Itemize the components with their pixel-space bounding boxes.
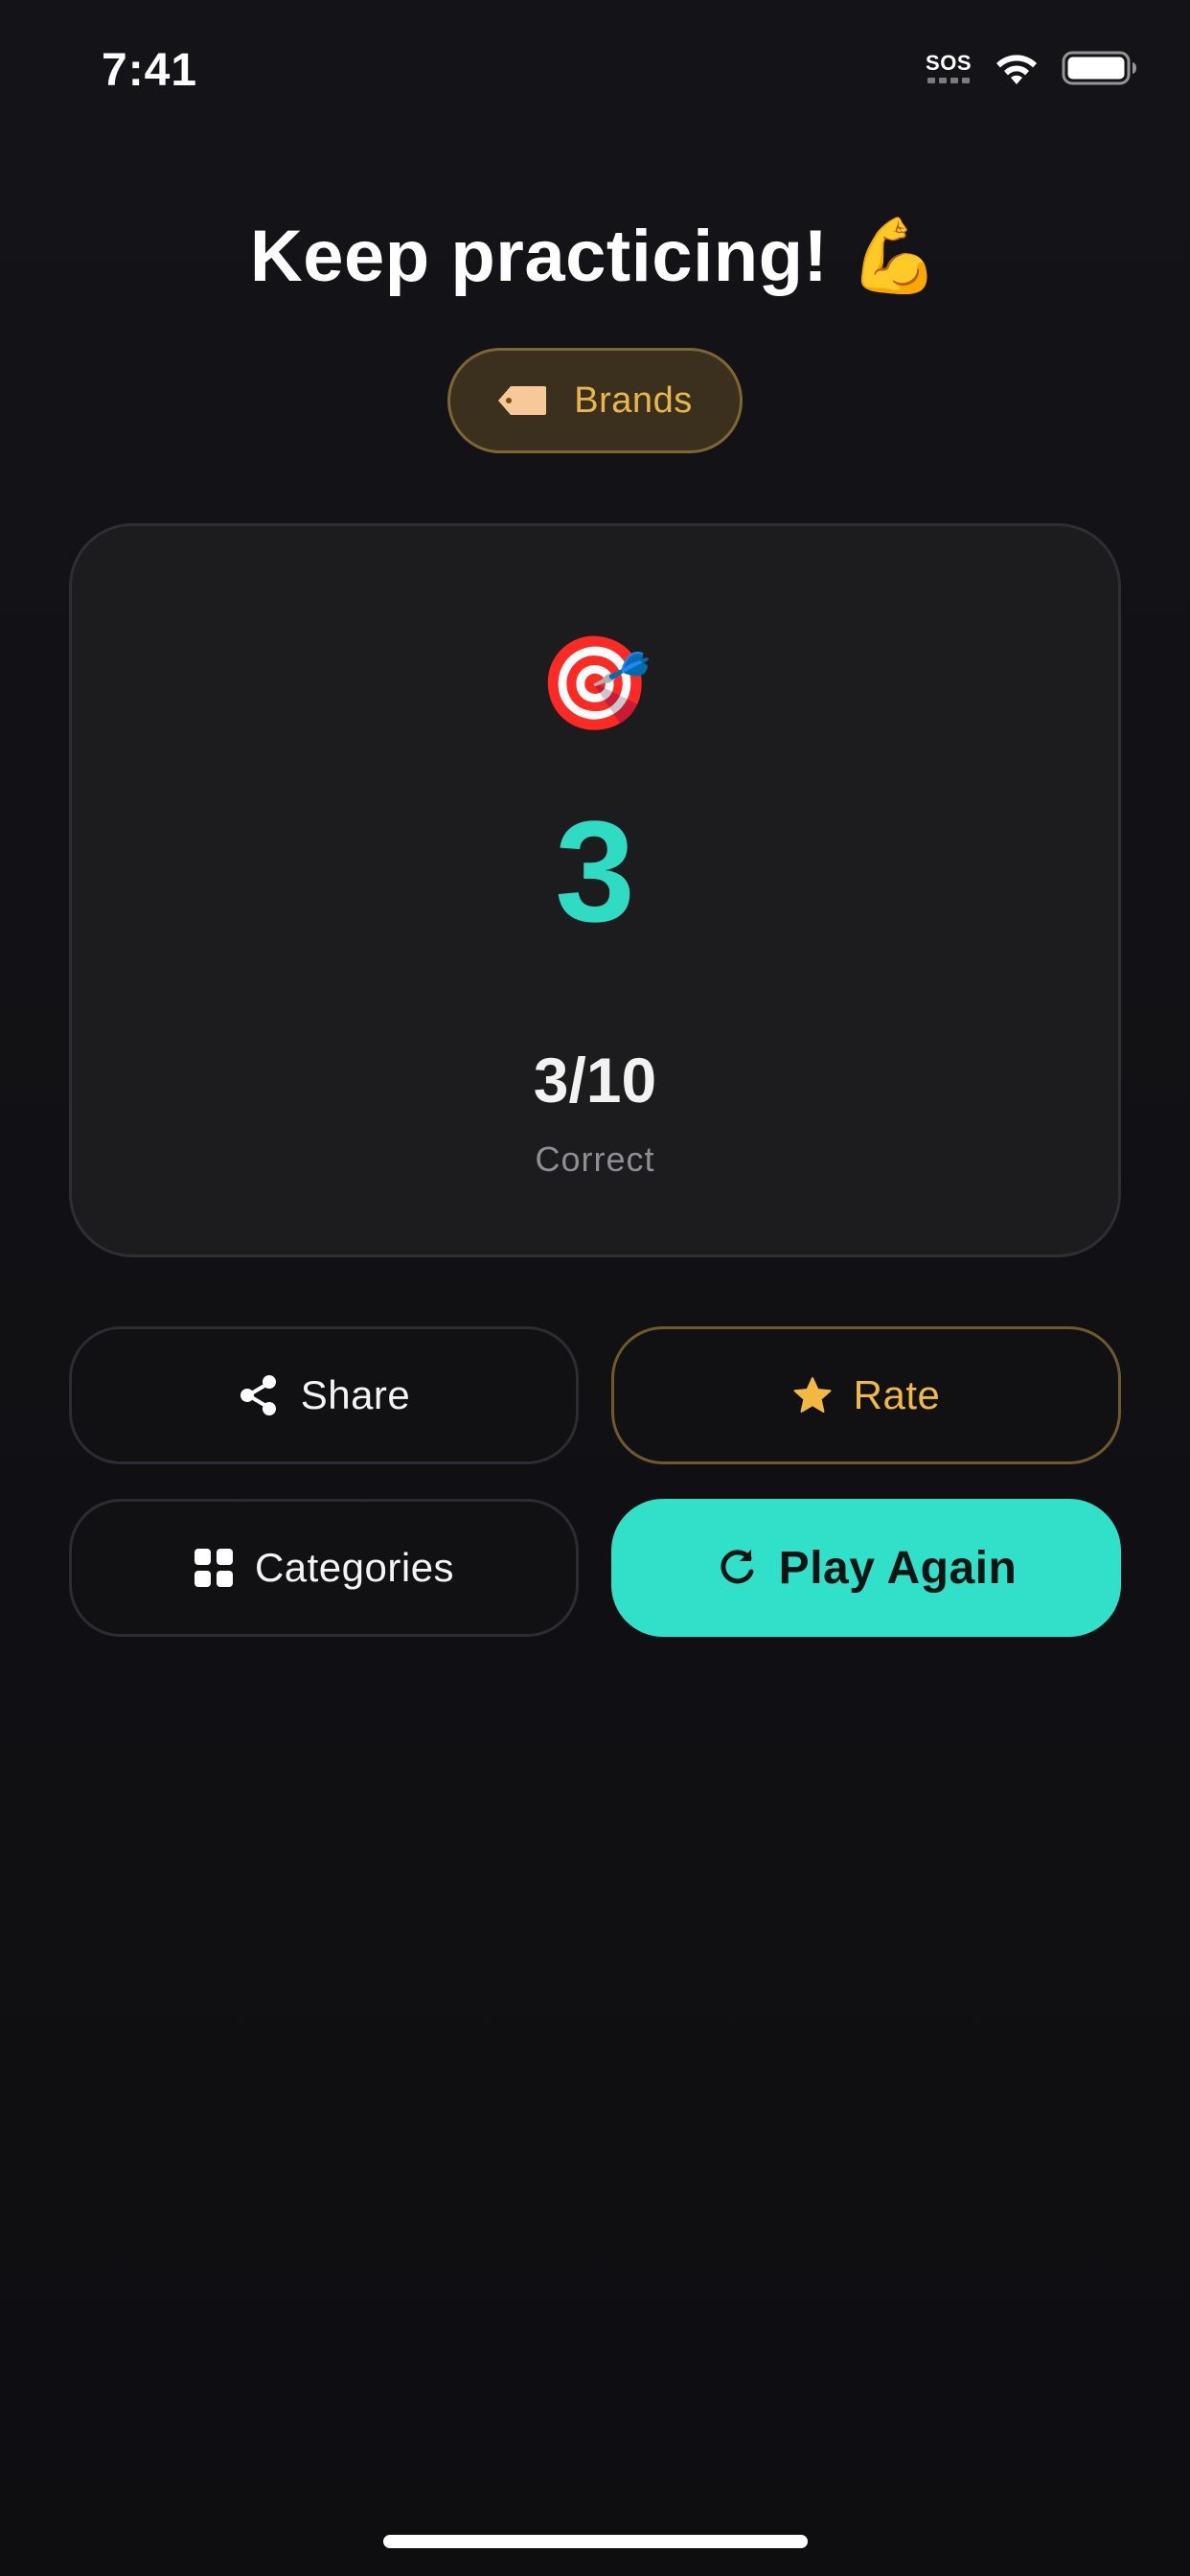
star-icon xyxy=(792,1376,833,1414)
page-title: Keep practicing! 💪 xyxy=(249,216,941,297)
play-again-label: Play Again xyxy=(778,1542,1018,1594)
categories-label: Categories xyxy=(254,1545,455,1590)
refresh-icon xyxy=(716,1547,758,1589)
sos-icon: SOS xyxy=(926,53,972,83)
status-bar: 7:41 SOS xyxy=(0,0,1190,144)
score-caption: Correct xyxy=(535,1139,655,1179)
categories-button[interactable]: Categories xyxy=(69,1499,579,1637)
score-fraction: 3/10 xyxy=(533,1045,657,1116)
category-badge: Brands xyxy=(447,348,743,453)
score-card: 🎯 3 3/10 Correct xyxy=(69,523,1121,1257)
grid-icon xyxy=(194,1548,234,1588)
rate-button[interactable]: Rate xyxy=(611,1326,1121,1464)
share-icon xyxy=(238,1373,280,1417)
share-label: Share xyxy=(300,1372,411,1417)
target-icon: 🎯 xyxy=(538,632,652,735)
wifi-icon xyxy=(993,50,1041,86)
sos-label: SOS xyxy=(926,51,972,75)
play-again-button[interactable]: Play Again xyxy=(611,1499,1121,1637)
tag-icon xyxy=(497,385,547,416)
score-value: 3 xyxy=(555,791,635,952)
battery-icon xyxy=(1062,50,1138,86)
status-time: 7:41 xyxy=(102,45,198,96)
home-indicator[interactable] xyxy=(383,2535,808,2548)
rate-label: Rate xyxy=(853,1372,941,1417)
share-button[interactable]: Share xyxy=(69,1326,579,1464)
status-icons: SOS xyxy=(926,50,1138,86)
category-label: Brands xyxy=(574,380,693,421)
